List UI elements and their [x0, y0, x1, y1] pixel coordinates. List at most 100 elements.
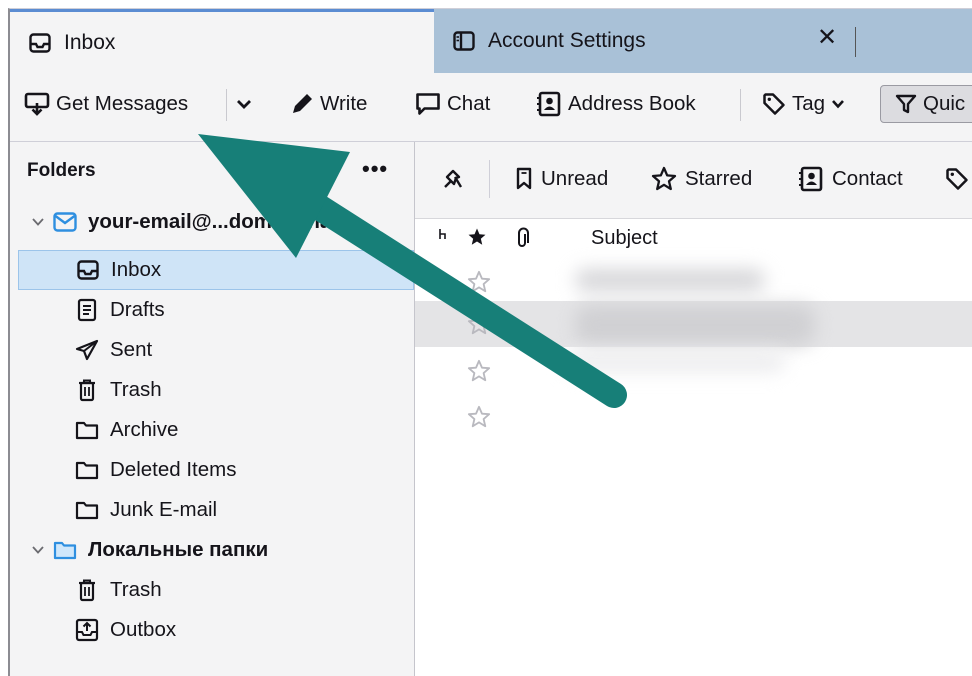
folder-icon	[74, 417, 100, 443]
star-column-icon[interactable]	[467, 227, 487, 247]
folder-trash[interactable]: Trash	[10, 370, 414, 410]
main-toolbar: Get Messages Write Chat Address Book Tag…	[10, 73, 972, 141]
filter-unread-label: Unread	[541, 167, 609, 190]
local-folder-icon	[52, 537, 78, 563]
filter-starred-label: Starred	[685, 167, 753, 190]
inbox-icon	[75, 257, 101, 283]
folder-label: Outbox	[110, 618, 177, 641]
filter-contact-button[interactable]: Contact	[798, 164, 903, 194]
chevron-down-icon	[831, 98, 845, 110]
get-messages-dropdown[interactable]	[236, 87, 258, 121]
address-book-icon	[536, 91, 562, 117]
star-toggle-icon[interactable]	[467, 405, 491, 434]
message-row[interactable]	[415, 394, 972, 440]
folder-label: Trash	[110, 378, 162, 401]
folder-pane: Folders ••• your-email@...domain.name In…	[10, 142, 415, 676]
address-book-button[interactable]: Address Book	[536, 87, 696, 121]
folder-local-trash[interactable]: Trash	[10, 570, 414, 610]
drafts-icon	[74, 297, 100, 323]
trash-icon	[74, 577, 100, 603]
thread-column-icon[interactable]	[437, 227, 449, 243]
contact-icon	[798, 166, 824, 192]
folder-icon	[74, 497, 100, 523]
chevron-down-icon[interactable]	[30, 545, 46, 555]
tag-icon	[945, 167, 969, 191]
filter-unread-button[interactable]: Unread	[515, 164, 608, 194]
star-toggle-icon[interactable]	[467, 359, 491, 388]
address-book-label: Address Book	[568, 92, 696, 115]
star-icon	[651, 166, 677, 192]
chat-label: Chat	[447, 92, 491, 115]
mail-account-icon	[52, 209, 78, 235]
folder-inbox[interactable]: Inbox	[18, 250, 414, 290]
toolbar-separator	[226, 89, 227, 121]
folder-icon	[74, 457, 100, 483]
filter-contact-label: Contact	[832, 167, 903, 190]
account-row-local-folders[interactable]: Локальные папки	[10, 530, 414, 570]
pencil-icon	[290, 92, 314, 116]
quick-filter-label: Quic	[923, 92, 966, 115]
toolbar-separator	[740, 89, 741, 121]
folder-deleted-items[interactable]: Deleted Items	[10, 450, 414, 490]
folder-pane-menu-button[interactable]: •••	[362, 156, 388, 182]
get-messages-button[interactable]: Get Messages	[24, 87, 188, 121]
folder-label: Junk E-mail	[110, 498, 218, 521]
chevron-down-icon[interactable]	[30, 217, 46, 227]
quick-filter-bar: Unread Starred Contact	[415, 142, 972, 219]
tag-label: Tag	[792, 92, 826, 115]
sent-icon	[74, 337, 100, 363]
tag-icon	[762, 92, 786, 116]
message-list-header: Subject	[415, 219, 972, 259]
tab-strip: Inbox Account Settings ✕	[10, 9, 972, 73]
chat-icon	[415, 92, 441, 116]
tab-separator	[855, 27, 856, 57]
write-button[interactable]: Write	[290, 87, 367, 121]
folder-outbox[interactable]: Outbox	[10, 610, 414, 650]
folder-label: Drafts	[110, 298, 165, 321]
filter-tags-button[interactable]	[945, 164, 972, 194]
bookmark-icon	[515, 167, 533, 191]
filter-starred-button[interactable]: Starred	[651, 164, 752, 194]
filter-separator	[489, 160, 490, 198]
subject-column-header[interactable]: Subject	[591, 227, 658, 250]
message-pane: Unread Starred Contact Subject	[415, 142, 972, 676]
outbox-icon	[74, 617, 100, 643]
tab-label: Account Settings	[488, 29, 646, 52]
get-messages-icon	[24, 91, 50, 117]
trash-icon	[74, 377, 100, 403]
star-toggle-icon[interactable]	[467, 270, 491, 299]
star-toggle-icon[interactable]	[467, 312, 491, 341]
local-folders-label: Локальные папки	[88, 538, 269, 561]
quick-filter-button[interactable]: Quic	[880, 85, 972, 123]
folders-header: Folders	[27, 160, 96, 181]
tab-inbox[interactable]: Inbox	[10, 9, 434, 73]
message-row[interactable]	[415, 259, 972, 305]
tab-label: Inbox	[64, 30, 116, 54]
folder-junk-email[interactable]: Junk E-mail	[10, 490, 414, 530]
account-row-email[interactable]: your-email@...domain.name	[10, 202, 414, 242]
folder-archive[interactable]: Archive	[10, 410, 414, 450]
sticky-filter-pin[interactable]	[441, 164, 473, 194]
folder-label: Sent	[110, 338, 153, 361]
chat-button[interactable]: Chat	[415, 87, 490, 121]
folder-sent[interactable]: Sent	[10, 330, 414, 370]
pin-icon	[441, 167, 465, 191]
write-label: Write	[320, 92, 368, 115]
account-email-label: your-email@...domain.name	[88, 210, 361, 233]
folder-drafts[interactable]: Drafts	[10, 290, 414, 330]
chevron-down-icon	[236, 98, 252, 110]
inbox-icon	[28, 31, 52, 55]
get-messages-label: Get Messages	[56, 92, 189, 115]
filter-icon	[895, 93, 917, 115]
folder-label: Archive	[110, 418, 179, 441]
folder-label: Deleted Items	[110, 458, 237, 481]
attachment-column-icon[interactable]	[515, 227, 531, 249]
folder-label: Trash	[110, 578, 162, 601]
message-row[interactable]	[415, 301, 972, 347]
tab-account-settings[interactable]: Account Settings ✕	[434, 9, 866, 73]
account-settings-icon	[452, 29, 476, 53]
tag-button[interactable]: Tag	[762, 87, 851, 121]
folder-label: Inbox	[111, 258, 162, 281]
message-row[interactable]	[415, 348, 972, 394]
close-tab-icon[interactable]: ✕	[814, 25, 840, 51]
